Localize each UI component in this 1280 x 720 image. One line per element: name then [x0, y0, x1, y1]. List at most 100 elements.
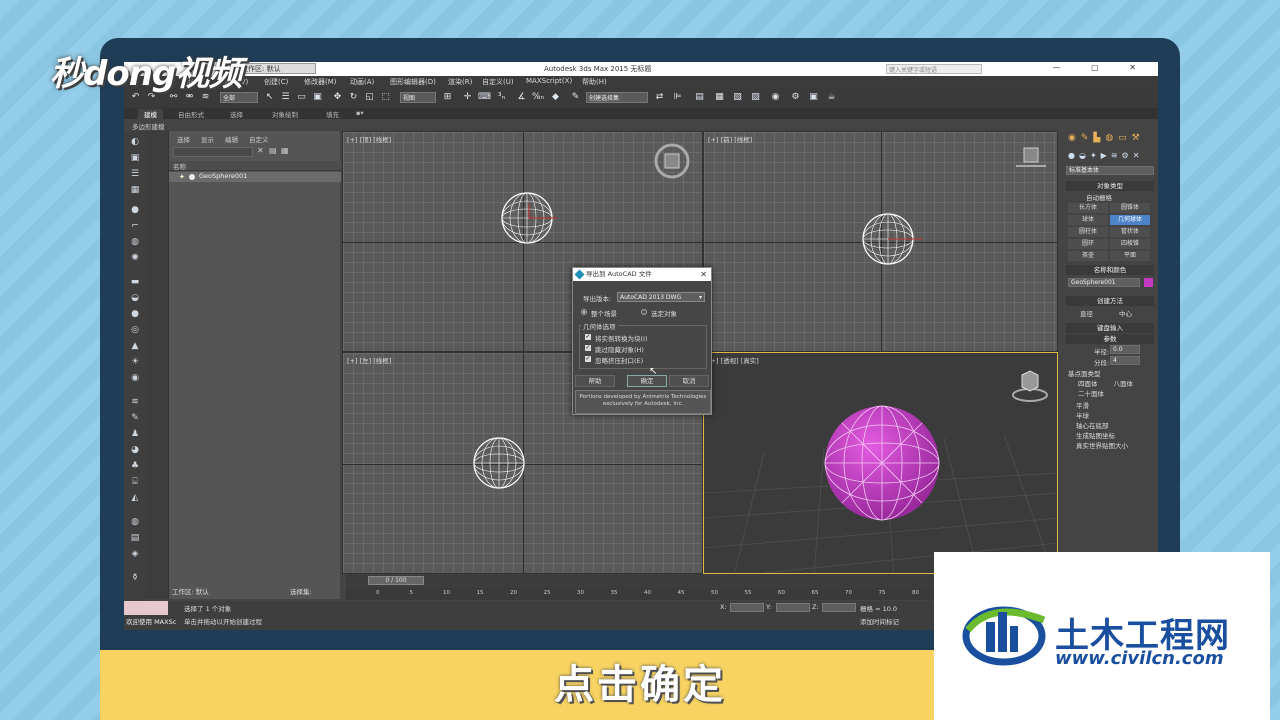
layer-icon[interactable]: ▦ [129, 185, 141, 196]
cm-center[interactable]: 中心 [1119, 310, 1132, 318]
sphere-icon[interactable]: ● [129, 309, 141, 320]
segments-input[interactable]: 4 [1110, 356, 1140, 365]
menu-item[interactable]: 动画(A) [350, 77, 374, 87]
layer-manager-icon[interactable]: ▤ [694, 92, 705, 103]
geosphere-wireframe[interactable] [499, 190, 559, 250]
graphite-toggle-icon[interactable]: ▦ [714, 92, 725, 103]
stairs-icon[interactable]: ⌸ [129, 477, 141, 488]
viewcube-icon[interactable] [653, 142, 691, 180]
base-octa[interactable]: 八面体 [1114, 380, 1134, 388]
select-object-icon[interactable]: ↖ [264, 92, 275, 103]
rect-selection-icon[interactable]: ▭ [296, 92, 307, 103]
keyboard-shortcut-icon[interactable]: ⌨ [478, 92, 491, 103]
torus-icon[interactable]: ◎ [129, 325, 141, 336]
creation-method-header[interactable]: 创建方法 [1066, 296, 1154, 306]
explorer-icon-b[interactable]: ▦ [281, 146, 289, 155]
tab-object-paint[interactable]: 对象绘制 [272, 109, 298, 119]
select-manipulate-icon[interactable]: ✛ [462, 92, 473, 103]
tab-selection[interactable]: 选择 [230, 109, 243, 119]
spacewarp-icon[interactable]: ✺ [129, 253, 141, 264]
search-input[interactable]: 键入关键字或短语 [886, 64, 982, 74]
base-tetra[interactable]: 四面体 [1078, 380, 1098, 388]
close-icon[interactable]: ✕ [700, 268, 707, 281]
geosphere-button[interactable]: 几何球体 [1110, 215, 1150, 225]
workspace-dropdown[interactable]: 工作区: 默认 [238, 63, 316, 74]
window-crossing-icon[interactable]: ▣ [312, 92, 323, 103]
y-field[interactable] [776, 603, 810, 612]
name-color-header[interactable]: 名称和颜色 [1066, 265, 1154, 275]
maxscript-listener[interactable] [124, 601, 168, 615]
menu-item[interactable]: 图形编辑器(D) [390, 77, 436, 87]
sphere-button[interactable]: 球体 [1068, 215, 1108, 225]
menu-item[interactable]: 自定义(U) [482, 77, 514, 87]
autogrid-checkbox[interactable]: 自动栅格 [1068, 192, 1154, 202]
geosphere-shaded[interactable] [822, 403, 944, 523]
flag-map-coords[interactable]: 生成贴图坐标 [1068, 430, 1154, 440]
polygon-modeling-label[interactable]: 多边形建模 [132, 121, 165, 131]
viewcube-icon[interactable] [1010, 367, 1050, 403]
ok-button[interactable]: 确定 [627, 375, 667, 387]
percent-snap-icon[interactable]: %ₙ [532, 92, 544, 103]
render-icon[interactable]: ☕ [826, 92, 837, 103]
tube-icon[interactable]: ◉ [129, 373, 141, 384]
radio-entire-scene[interactable] [581, 309, 587, 315]
version-dropdown[interactable]: AutoCAD 2013 DWG ▾ [617, 292, 705, 302]
helper-icon[interactable]: ◍ [129, 237, 141, 248]
menu-item[interactable]: 创建(C) [264, 77, 288, 87]
explorer-menu-customize[interactable]: 自定义 [249, 134, 269, 144]
flag-real-world[interactable]: 真实世界贴图大小 [1068, 440, 1154, 450]
color-icon[interactable]: ◈ [129, 549, 141, 560]
tube-button[interactable]: 管状体 [1110, 227, 1150, 237]
torus-button[interactable]: 圆环 [1068, 239, 1108, 249]
material-editor-icon[interactable]: ◉ [770, 92, 781, 103]
cone-icon[interactable]: ◒ [129, 293, 141, 304]
menu-item[interactable]: 帮助(H) [582, 77, 607, 87]
scene-explorer-icon[interactable]: ◐ [129, 137, 141, 148]
z-field[interactable] [822, 603, 856, 612]
create-categories-icon[interactable]: ●◒✦▶≋⚙✕ [1068, 151, 1143, 160]
radio-selected-label[interactable]: 选定对象 [651, 308, 677, 318]
selection-set-label[interactable]: 选择集: [290, 586, 312, 596]
panel-tabs-icon[interactable]: ◉✎▙◍▭⚒ [1068, 133, 1145, 143]
rotate-icon[interactable]: ↻ [348, 92, 359, 103]
keyboard-entry-header[interactable]: 键盘输入 [1066, 323, 1154, 333]
x-field[interactable] [730, 603, 764, 612]
menu-item[interactable]: 渲染(R) [448, 77, 472, 87]
checkbox-instances-label[interactable]: 将实例转换为块(I) [595, 333, 648, 343]
radio-entire-scene-label[interactable]: 整个场景 [591, 308, 617, 318]
menu-item[interactable]: 修改器(M) [304, 77, 337, 87]
box-icon[interactable]: ▬ [129, 277, 141, 288]
object-type-header[interactable]: 对象类型 [1066, 181, 1154, 191]
menu-item[interactable]: MAXScript(X) [526, 77, 572, 85]
teapot-button[interactable]: 茶壶 [1068, 251, 1108, 261]
add-time-tag[interactable]: 添加时间标记 [860, 616, 899, 626]
mirror-icon[interactable]: ⇄ [654, 92, 665, 103]
flag-smooth[interactable]: 平滑 [1068, 400, 1154, 410]
plane-button[interactable]: 平面 [1110, 251, 1150, 261]
ribbon-options-icon[interactable]: ▪▾ [356, 109, 364, 117]
display-icon[interactable]: ▣ [129, 153, 141, 164]
explorer-menu-display[interactable]: 显示 [201, 134, 214, 144]
schematic-view-icon[interactable]: ▨ [750, 92, 761, 103]
bottle-icon[interactable]: ⚱ [129, 573, 141, 584]
named-selection-dropdown[interactable]: 创建选择集 [586, 92, 648, 103]
geosphere-wireframe[interactable] [471, 435, 531, 495]
tab-populate[interactable]: 填充 [326, 109, 339, 119]
viewport-perspective[interactable]: [+] [透视] [真实] [703, 352, 1058, 574]
reference-coord-dropdown[interactable]: 视图 [400, 92, 436, 103]
object-color-swatch[interactable] [1144, 278, 1153, 287]
flag-base-pivot[interactable]: 轴心在底部 [1068, 420, 1154, 430]
object-visibility-icon[interactable] [189, 174, 195, 180]
viewport-label[interactable]: [+] [透视] [真实] [708, 355, 759, 365]
select-by-name-icon[interactable]: ☰ [280, 92, 291, 103]
viewcube-icon[interactable] [1016, 146, 1046, 170]
list-icon[interactable]: ☰ [129, 169, 141, 180]
checkbox-ignore-caps-label[interactable]: 忽略挤压封口(E) [595, 355, 643, 365]
pivot-icon[interactable]: ⊞ [442, 92, 453, 103]
radius-input[interactable]: 0.0 [1110, 345, 1140, 354]
window-controls[interactable]: — ▢ ✕ [1053, 63, 1150, 72]
viewport-label[interactable]: [+] [左] [线框] [347, 355, 391, 365]
object-name-input[interactable]: GeoSphere001 [1068, 278, 1140, 287]
list-item[interactable]: ✦ GeoSphere001 [169, 172, 341, 182]
viewport-label[interactable]: [+] [前] [线框] [708, 134, 752, 144]
